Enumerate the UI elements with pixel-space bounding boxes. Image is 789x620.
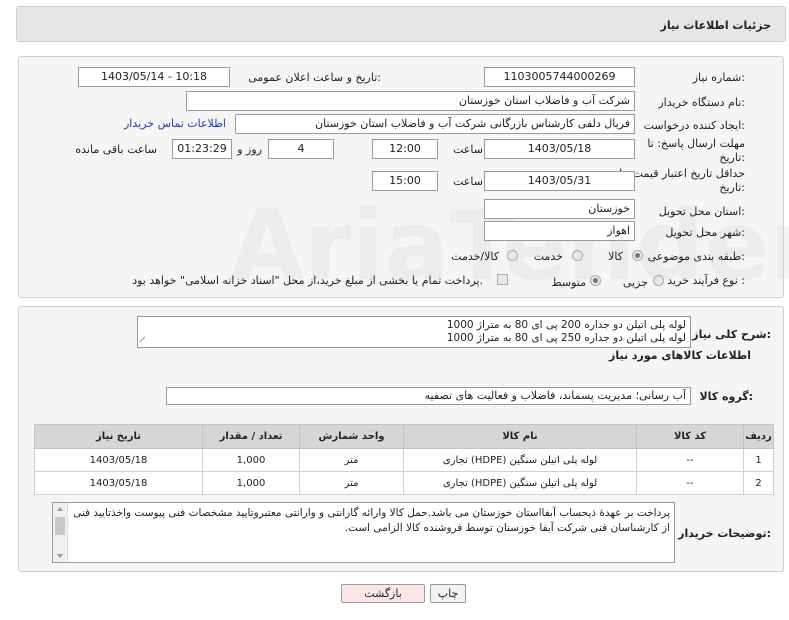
- announce-field: 1403/05/14 - 10:18: [78, 67, 230, 87]
- requester-label: ایجاد کننده درخواست:: [643, 119, 745, 132]
- process-medium-label: متوسط: [551, 276, 586, 289]
- process-minor-label: جزیی: [622, 276, 648, 289]
- buyer-notes-text: پرداخت بر عهدهٔ ذیحساب آبفااستان خوزستان…: [73, 507, 670, 534]
- category-goods-service-label: کالا/خدمت: [451, 250, 499, 263]
- time-remaining-label: ساعت باقی مانده: [75, 143, 157, 156]
- days-remaining-field: 4: [268, 139, 334, 159]
- buyer-org-label: نام دستگاه خریدار:: [658, 96, 745, 109]
- deadline-label: مهلت ارسال پاسخ: تا تاریخ:: [647, 137, 745, 164]
- treasury-payment-note: پرداخت تمام یا بخشی از مبلغ خرید،از محل …: [132, 274, 483, 287]
- cell-name: لوله پلی اتیلن سنگین (HDPE) تجاری: [403, 471, 637, 495]
- process-medium-radio[interactable]: [590, 275, 601, 286]
- announce-label: تاریخ و ساعت اعلان عمومی:: [248, 71, 381, 84]
- process-type-label: نوع فرآیند خرید :: [667, 274, 745, 287]
- treasury-payment-checkbox[interactable]: [497, 274, 508, 285]
- page-header: جزئیات اطلاعات نیاز: [16, 6, 786, 42]
- scroll-up-icon[interactable]: [57, 507, 63, 511]
- back-button[interactable]: بازگشت: [341, 584, 425, 603]
- buyer-notes-textarea[interactable]: پرداخت بر عهدهٔ ذیحساب آبفااستان خوزستان…: [52, 502, 675, 563]
- price-validity-time-field: 15:00: [372, 171, 438, 191]
- cell-qty: 1,000: [202, 471, 300, 495]
- price-validity-time-label: ساعت: [453, 175, 483, 188]
- table-row: 2 -- لوله پلی اتیلن سنگین (HDPE) تجاری م…: [34, 471, 774, 495]
- goods-group-label: گروه کالا:: [699, 390, 753, 403]
- col-unit-header: واحد شمارش: [299, 424, 404, 449]
- city-label: شهر محل تحویل:: [665, 226, 745, 239]
- deadline-date-field: 1403/05/18: [484, 139, 635, 159]
- summary-label: شرح کلی نیاز:: [692, 328, 771, 341]
- summary-textarea[interactable]: لوله پلی اتیلن دو جداره 200 پی ای 80 به …: [137, 316, 691, 348]
- notes-scrollbar[interactable]: [53, 503, 68, 562]
- col-qty-header: تعداد / مقدار: [202, 424, 300, 449]
- col-name-header: نام کالا: [403, 424, 637, 449]
- goods-table: ردیف کد کالا نام کالا واحد شمارش تعداد /…: [34, 424, 774, 495]
- category-service-label: خدمت: [533, 250, 563, 263]
- deadline-time-label: ساعت: [453, 143, 483, 156]
- category-goods-radio[interactable]: [632, 250, 643, 261]
- category-goods-service-radio[interactable]: [507, 250, 518, 261]
- cell-row: 1: [743, 448, 774, 472]
- category-service-radio[interactable]: [572, 250, 583, 261]
- buyer-org-field: شرکت آب و فاضلاب استان خوزستان: [186, 91, 635, 111]
- cell-date: 1403/05/18: [34, 471, 203, 495]
- province-label: استان محل تحویل:: [658, 205, 745, 218]
- col-date-header: تاریخ نیاز: [34, 424, 203, 449]
- table-header-row: ردیف کد کالا نام کالا واحد شمارش تعداد /…: [34, 424, 774, 449]
- buyer-notes-label: توضیحات خریدار:: [678, 527, 771, 540]
- cell-code: --: [636, 448, 744, 472]
- days-label: روز و: [237, 143, 262, 156]
- cell-unit: متر: [299, 448, 404, 472]
- col-row-header: ردیف: [743, 424, 774, 449]
- process-minor-radio[interactable]: [653, 275, 664, 286]
- cell-row: 2: [743, 471, 774, 495]
- city-field: اهواز: [484, 221, 635, 241]
- summary-line-2: لوله پلی اتیلن دو جداره 250 پی ای 80 به …: [446, 332, 686, 344]
- cell-code: --: [636, 471, 744, 495]
- requester-field: فریال دلفی کارشناس بازرگانی شرکت آب و فا…: [235, 114, 635, 134]
- print-button[interactable]: چاپ: [430, 584, 466, 603]
- page-title: جزئیات اطلاعات نیاز: [660, 19, 772, 32]
- category-goods-label: کالا: [608, 250, 623, 263]
- deadline-time-field: 12:00: [372, 139, 438, 159]
- need-number-label: شماره نیاز:: [692, 71, 745, 84]
- cell-qty: 1,000: [202, 448, 300, 472]
- province-field: خوزستان: [484, 199, 635, 219]
- price-validity-date-field: 1403/05/31: [484, 171, 635, 191]
- col-code-header: کد کالا: [636, 424, 744, 449]
- goods-info-title: اطلاعات کالاهای مورد نیاز: [609, 349, 751, 362]
- table-row: 1 -- لوله پلی اتیلن سنگین (HDPE) تجاری م…: [34, 448, 774, 472]
- scroll-down-icon[interactable]: [57, 554, 63, 558]
- scroll-thumb[interactable]: [55, 517, 65, 535]
- category-label: طبقه بندی موضوعی:: [647, 250, 745, 263]
- cell-date: 1403/05/18: [34, 448, 203, 472]
- goods-group-field: آب رسانی؛ مدیریت پسماند، فاضلاب و فعالیت…: [166, 387, 691, 405]
- time-remaining-field: 01:23:29: [172, 139, 232, 159]
- buyer-contact-link[interactable]: اطلاعات تماس خریدار: [124, 117, 226, 130]
- summary-line-1: لوله پلی اتیلن دو جداره 200 پی ای 80 به …: [446, 319, 686, 331]
- cell-unit: متر: [299, 471, 404, 495]
- cell-name: لوله پلی اتیلن سنگین (HDPE) تجاری: [403, 448, 637, 472]
- need-number-field: 1103005744000269: [484, 67, 635, 87]
